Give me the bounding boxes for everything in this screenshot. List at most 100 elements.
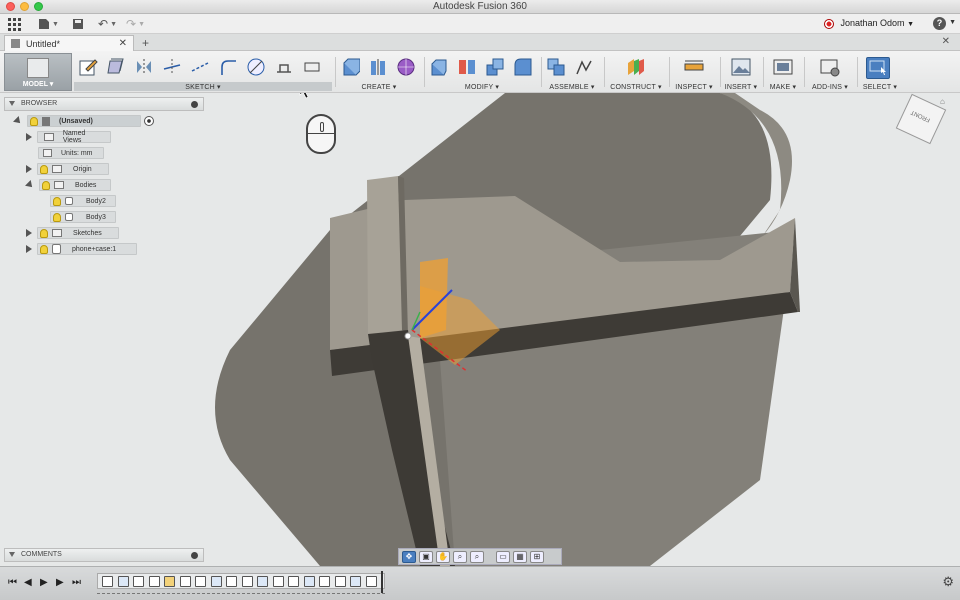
model-canvas[interactable] (0, 93, 960, 566)
expand-triangle-icon[interactable] (26, 133, 32, 141)
timeline-feature-icon[interactable] (210, 576, 222, 587)
expand-triangle-icon[interactable] (26, 165, 32, 173)
step-back-icon[interactable]: ◀ (24, 577, 32, 588)
create-group-label[interactable]: CREATE ▾ (336, 83, 422, 91)
browser-node-sketches[interactable]: Sketches (26, 227, 119, 239)
help-button[interactable]: ? (933, 17, 946, 30)
offset-icon[interactable] (274, 57, 294, 77)
zoom-icon[interactable]: ⌕ (453, 550, 467, 563)
3d-print-icon[interactable] (773, 57, 793, 77)
browser-node-bodies[interactable]: Bodies (25, 179, 111, 191)
timeline-feature-icon[interactable] (257, 576, 268, 587)
construct-group-label[interactable]: CONSTRUCT ▾ (605, 83, 667, 91)
new-tab-button[interactable]: + (142, 36, 149, 50)
pin-icon[interactable] (191, 101, 198, 108)
timeline-feature-icon[interactable] (334, 576, 346, 587)
timeline-feature-icon[interactable] (117, 576, 129, 587)
viewports-icon[interactable]: ⊞ (530, 550, 544, 563)
extrude-icon[interactable] (340, 57, 360, 77)
add-ins-group-label[interactable]: ADD-INS ▾ (805, 83, 855, 91)
split-face-icon[interactable] (457, 57, 477, 77)
assemble-group-label[interactable]: ASSEMBLE ▾ (542, 83, 602, 91)
timeline-feature-icon[interactable] (365, 576, 377, 587)
record-icon[interactable] (824, 19, 834, 29)
stop-sketch-icon[interactable] (106, 57, 126, 77)
scripts-addins-icon[interactable] (820, 57, 840, 77)
workspace-switcher[interactable]: MODEL ▾ (4, 53, 72, 91)
expand-chevron-icon[interactable] (9, 552, 15, 557)
make-group-label[interactable]: MAKE ▾ (764, 83, 802, 91)
browser-node-named-views[interactable]: Named Views (26, 130, 111, 144)
home-view-icon[interactable]: ⌂ (940, 97, 945, 106)
joint-icon[interactable] (574, 57, 594, 77)
timeline-feature-icon[interactable] (226, 576, 237, 587)
browser-node-root[interactable]: (Unsaved) (13, 115, 154, 127)
timeline-feature-icon[interactable] (179, 576, 191, 587)
close-document-icon[interactable]: ✕ (942, 36, 950, 47)
line-icon[interactable] (162, 57, 182, 77)
timeline-feature-icon[interactable] (148, 576, 160, 587)
combine-icon[interactable] (485, 57, 505, 77)
help-caret-icon[interactable]: ▼ (949, 19, 956, 26)
orbit-icon[interactable]: ✥ (402, 550, 416, 563)
browser-panel-header[interactable]: BROWSER (4, 97, 204, 111)
insert-group-label[interactable]: INSERT ▾ (721, 83, 761, 91)
document-tab[interactable]: Untitled* ✕ (4, 35, 134, 51)
sphere-icon[interactable] (396, 57, 416, 77)
browser-node-body2[interactable]: Body2 (50, 195, 116, 207)
fit-zoom-icon[interactable]: ⌕ (470, 550, 484, 563)
pin-icon[interactable] (191, 552, 198, 559)
new-component-icon[interactable] (546, 57, 566, 77)
timeline-feature-icon[interactable] (288, 576, 299, 587)
display-settings-icon[interactable]: ▭ (496, 550, 510, 563)
visibility-bulb-icon[interactable] (40, 164, 48, 174)
redo-button[interactable]: ↷ ▼ (126, 16, 145, 32)
expand-triangle-icon[interactable] (26, 245, 32, 253)
insert-image-icon[interactable] (731, 57, 751, 77)
timeline-marker[interactable] (381, 571, 383, 593)
timeline-track[interactable] (97, 573, 385, 589)
play-icon[interactable]: ▶ (40, 577, 48, 588)
select-tool[interactable] (866, 57, 890, 79)
user-menu[interactable]: Jonathan Odom ▼ (841, 18, 915, 28)
origin-point[interactable] (404, 332, 412, 340)
collapse-chevron-icon[interactable] (9, 101, 15, 106)
timeline-feature-icon[interactable] (350, 576, 361, 587)
circle-icon[interactable] (246, 57, 266, 77)
timeline-feature-icon[interactable] (241, 576, 253, 587)
activate-radio-icon[interactable] (144, 116, 154, 126)
timeline-feature-icon[interactable] (319, 576, 330, 587)
data-panel-grid-icon[interactable] (8, 16, 21, 32)
visibility-bulb-icon[interactable] (53, 212, 61, 222)
visibility-bulb-icon[interactable] (40, 228, 48, 238)
inspect-group-label[interactable]: INSPECT ▾ (670, 83, 718, 91)
create-sketch-icon[interactable] (78, 57, 98, 77)
post-face[interactable] (367, 176, 402, 334)
visibility-bulb-icon[interactable] (53, 196, 61, 206)
grid-settings-icon[interactable]: ▦ (513, 550, 527, 563)
visibility-bulb-icon[interactable] (42, 180, 50, 190)
timeline-settings-gear-icon[interactable]: ⚙ (942, 574, 954, 590)
mirror-icon[interactable] (134, 57, 154, 77)
expand-triangle-icon[interactable] (26, 229, 32, 237)
visibility-bulb-icon[interactable] (40, 244, 48, 254)
look-at-icon[interactable]: ▣ (419, 550, 433, 563)
select-group-label[interactable]: SELECT ▾ (858, 83, 902, 91)
browser-node-component[interactable]: phone+case:1 (26, 243, 137, 255)
expand-triangle-icon[interactable] (25, 180, 35, 190)
go-to-end-icon[interactable]: ⏭ (72, 577, 81, 588)
step-forward-icon[interactable]: ▶ (56, 577, 64, 588)
file-menu-button[interactable]: ▼ (38, 16, 59, 32)
go-to-start-icon[interactable]: ⏮ (8, 577, 17, 588)
timeline-feature-icon[interactable] (303, 576, 315, 587)
undo-button[interactable]: ↶ ▼ (98, 16, 117, 32)
press-pull-icon[interactable] (429, 57, 449, 77)
timeline-feature-icon[interactable] (195, 576, 206, 587)
visibility-bulb-icon[interactable] (30, 116, 38, 126)
browser-node-origin[interactable]: Origin (26, 163, 109, 175)
comments-panel-header[interactable]: COMMENTS (4, 548, 204, 562)
offset-plane-icon[interactable] (626, 57, 646, 77)
close-tab-icon[interactable]: ✕ (119, 38, 127, 49)
timeline-feature-icon[interactable] (164, 576, 175, 587)
timeline-feature-icon[interactable] (133, 576, 144, 587)
